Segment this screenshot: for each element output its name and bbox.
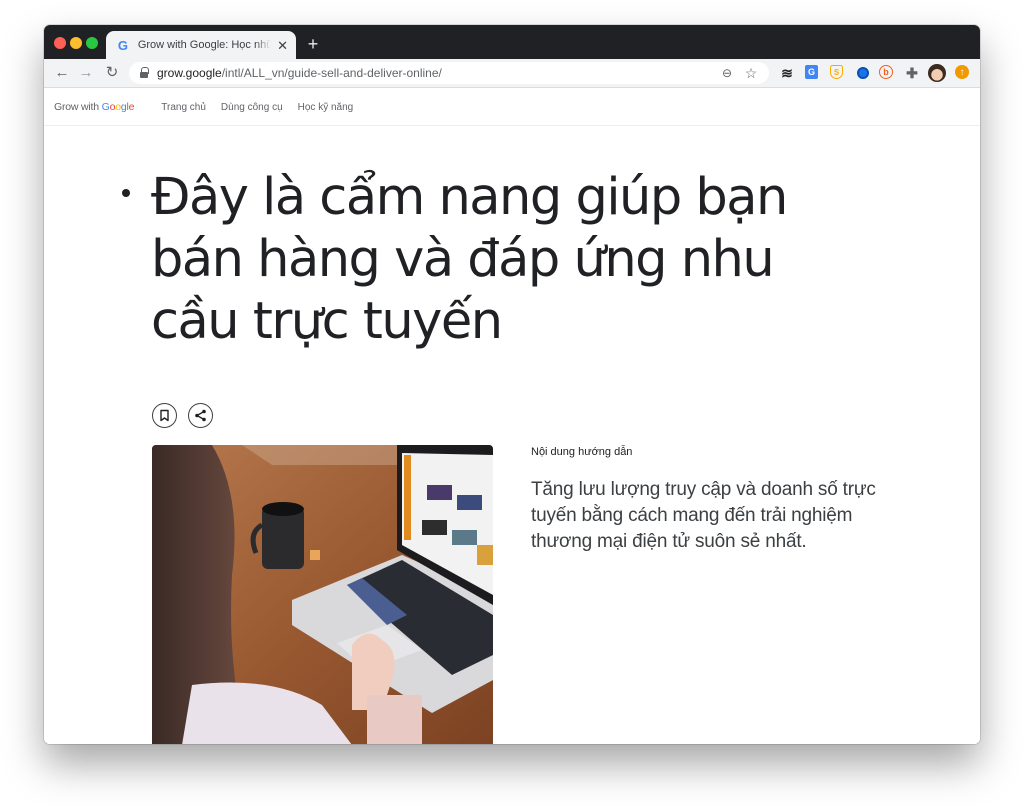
share-icon (195, 409, 206, 422)
new-tab-button[interactable]: + (304, 35, 322, 53)
minimize-window-button[interactable] (70, 37, 82, 49)
blue-circle-extension-icon[interactable] (855, 65, 871, 81)
google-translate-extension-icon[interactable]: G (805, 65, 818, 79)
logo-letter: G (101, 101, 110, 113)
google-favicon-icon: G (117, 37, 128, 53)
logo-prefix: Grow with (54, 101, 102, 113)
url-host: grow.google (157, 66, 222, 80)
bookmark-icon (160, 409, 169, 422)
address-bar[interactable]: grow.google/intl/ALL_vn/guide-sell-and-d… (129, 62, 769, 84)
tab-strip: G Grow with Google: Học những ✕ + (44, 25, 980, 59)
browser-tab[interactable]: G Grow with Google: Học những ✕ (106, 31, 296, 59)
profile-avatar[interactable] (928, 64, 946, 82)
guide-label: Nội dung hướng dẫn (531, 446, 633, 458)
bitly-extension-icon[interactable]: b (879, 65, 893, 79)
nav-link-learn-skills[interactable]: Học kỹ năng (298, 102, 354, 113)
share-button[interactable] (188, 403, 213, 428)
logo-letter: e (128, 101, 135, 113)
page-title: Đây là cẩm nang giúp bạn bán hàng và đáp… (151, 168, 788, 351)
bookmark-button[interactable] (152, 403, 177, 428)
extensions-puzzle-icon[interactable]: ✚ (904, 65, 920, 81)
close-window-button[interactable] (54, 37, 66, 49)
grow-with-google-logo[interactable]: Grow with Google (54, 101, 134, 113)
back-button[interactable]: ← (52, 63, 72, 83)
guide-description: Tăng lưu lượng truy cập và doanh số trực… (531, 479, 876, 552)
update-icon[interactable]: ↑ (955, 65, 969, 79)
close-tab-icon[interactable]: ✕ (277, 39, 288, 52)
buffer-extension-icon[interactable]: ≋ (779, 65, 795, 81)
site-nav: Trang chủ Dùng công cụ Học kỹ năng (161, 102, 368, 113)
lock-icon[interactable] (139, 67, 149, 79)
nav-link-tools[interactable]: Dùng công cụ (221, 102, 283, 113)
zoom-out-icon[interactable]: ⊖ (719, 65, 735, 81)
reload-button[interactable]: ↻ (102, 63, 122, 83)
headline-bullet (122, 189, 130, 197)
web-page: Grow with Google Trang chủ Dùng công cụ … (44, 89, 980, 744)
browser-toolbar: ← → ↻ grow.google/intl/ALL_vn/guide-sell… (44, 59, 980, 88)
site-header: Grow with Google Trang chủ Dùng công cụ … (44, 89, 980, 126)
maximize-window-button[interactable] (86, 37, 98, 49)
forward-button[interactable]: → (76, 63, 96, 83)
url-path: /intl/ALL_vn/guide-sell-and-deliver-onli… (221, 66, 442, 80)
shield-extension-icon[interactable]: S (830, 65, 843, 79)
tab-title: Grow with Google: Học những (137, 39, 272, 51)
browser-window: G Grow with Google: Học những ✕ + ← → ↻ … (44, 25, 980, 744)
nav-link-home[interactable]: Trang chủ (161, 102, 206, 113)
hero-image (152, 445, 493, 744)
bookmark-star-icon[interactable]: ☆ (743, 65, 759, 81)
